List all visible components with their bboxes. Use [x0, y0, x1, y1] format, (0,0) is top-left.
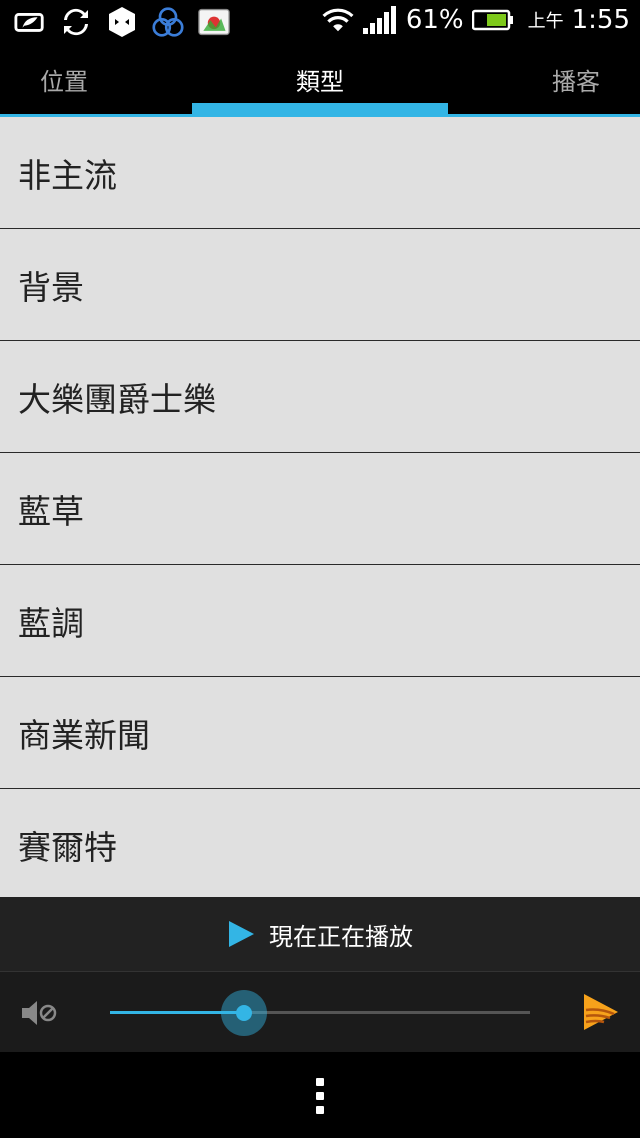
game-controller-icon — [106, 6, 138, 38]
volume-slider-thumb[interactable] — [221, 990, 268, 1036]
trinity-app-icon — [152, 6, 184, 38]
battery-percent: 61% — [405, 5, 464, 35]
battery-saver-icon — [14, 6, 46, 38]
genre-item-bluegrass[interactable]: 藍草 — [0, 453, 640, 565]
genre-list[interactable]: 非主流 背景 大樂團爵士樂 藍草 藍調 商業新聞 賽爾特 — [0, 117, 640, 897]
sync-icon — [60, 6, 92, 38]
now-playing-label: 現在正在播放 — [269, 922, 413, 951]
genre-item-business-news[interactable]: 商業新聞 — [0, 677, 640, 789]
signal-icon — [362, 4, 398, 36]
now-playing-button[interactable]: 現在正在播放 — [0, 897, 640, 971]
genre-item-alternative[interactable]: 非主流 — [0, 117, 640, 229]
tab-location[interactable]: 位置 — [0, 44, 128, 114]
genre-item-ambient[interactable]: 背景 — [0, 229, 640, 341]
tab-podcast[interactable]: 播客 — [512, 44, 640, 114]
tunein-logo-icon[interactable] — [580, 992, 620, 1032]
overflow-menu-icon[interactable] — [312, 1078, 328, 1114]
battery-icon — [471, 4, 514, 36]
genre-item-celtic[interactable]: 賽爾特 — [0, 789, 640, 897]
genre-item-blues[interactable]: 藍調 — [0, 565, 640, 677]
playback-controls — [0, 971, 640, 1052]
genre-item-big-band-jazz[interactable]: 大樂團爵士樂 — [0, 341, 640, 453]
photo-app-icon — [198, 6, 230, 38]
tab-bar: 位置 類型 播客 — [0, 44, 640, 117]
notification-icons — [14, 6, 230, 38]
status-bar: 61% 上午 1:55 — [0, 0, 640, 44]
clock: 1:55 — [571, 5, 630, 35]
system-status: 61% 上午 1:55 — [322, 4, 630, 36]
volume-slider[interactable] — [110, 1011, 530, 1014]
wifi-icon — [322, 4, 354, 36]
selected-tab-indicator — [192, 103, 448, 115]
volume-mute-icon[interactable] — [20, 998, 60, 1028]
system-nav-bar — [0, 1052, 640, 1138]
time-period: 上午 — [527, 11, 564, 32]
play-icon — [227, 920, 255, 948]
